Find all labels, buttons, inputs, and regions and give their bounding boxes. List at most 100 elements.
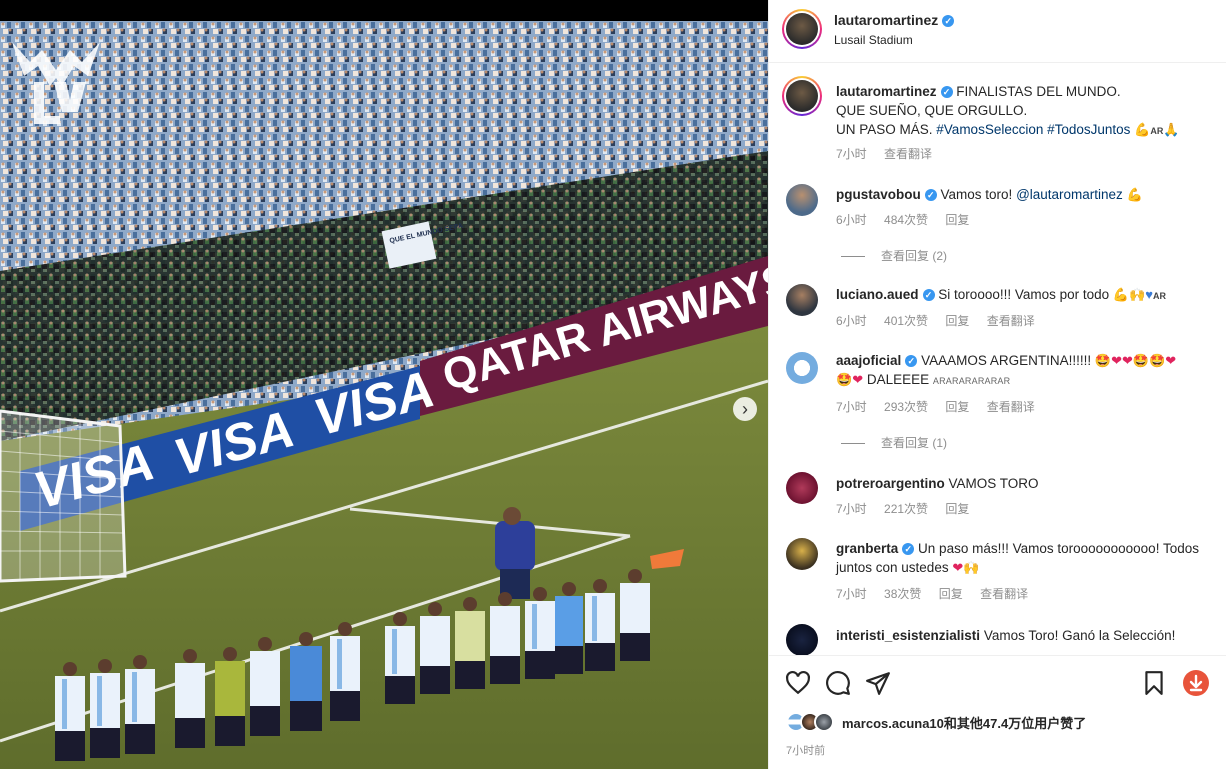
comment-text: aaajoficial ✓ VAAAMOS ARGENTINA!!!!!! 🤩❤❤… (836, 351, 1214, 391)
post-actions: marcos.acuna10和其他47.4万位用户赞了 7小时前 (769, 655, 1226, 769)
commenter-avatar[interactable] (786, 184, 818, 216)
flag-ar-emoji: AR (1153, 291, 1167, 301)
star-eyes-emoji: 🤩 (1094, 353, 1112, 368)
red-heart-emoji: ❤ (1111, 353, 1122, 368)
commenter-username[interactable]: interisti_esistenzialisti (836, 628, 980, 643)
comment-body-2: DALEEEE (866, 372, 930, 387)
reply-button[interactable]: 回复 (945, 502, 969, 516)
view-replies-button[interactable]: 查看回复 (2) (841, 247, 947, 264)
comment-text: pgustavobou ✓ Vamos toro! @lautaromartine… (836, 185, 1214, 204)
comment-bubble-icon[interactable] (825, 670, 851, 696)
star-eyes-emoji: 🤩 (1132, 353, 1150, 368)
caption-meta: 7小时 查看翻译 (836, 145, 946, 162)
reply-button[interactable]: 回复 (945, 213, 969, 227)
comment-likes[interactable]: 293次赞 (884, 400, 928, 414)
comment-likes[interactable]: 484次赞 (884, 213, 928, 227)
folded-hands-emoji: 🙏 (1163, 122, 1180, 137)
verified-icon: ✓ (942, 15, 955, 28)
flexed-biceps-emoji: 💪 (1134, 122, 1151, 137)
comment-time: 7小时 (836, 587, 867, 601)
commenter-avatar[interactable] (786, 538, 818, 570)
commenter-avatar[interactable] (786, 352, 818, 384)
raising-hands-emoji: 🙌 (1129, 287, 1146, 302)
red-heart-emoji: ❤ (852, 372, 864, 387)
comment-body: Vamos Toro! Ganó la Selección! (983, 628, 1176, 643)
likes-count-text[interactable]: 和其他47.4万位用户赞了 (944, 716, 1086, 731)
liker-username[interactable]: marcos.acuna10 (842, 716, 944, 731)
comment-likes[interactable]: 401次赞 (884, 314, 928, 328)
red-heart-emoji: ❤ (1165, 353, 1177, 368)
comment-time: 7小时 (836, 400, 867, 414)
verified-icon: ✓ (924, 189, 937, 202)
commenter-username[interactable]: pgustavobou (836, 187, 921, 202)
comment-time: 7小时 (836, 502, 867, 516)
commenter-username[interactable]: granberta (836, 541, 898, 556)
comment-text: granberta ✓ Un paso más!!! Vamos torooooo… (836, 539, 1214, 577)
star-eyes-emoji: 🤩 (1149, 353, 1166, 368)
comment-likes[interactable]: 221次赞 (884, 502, 928, 516)
author-avatar[interactable] (782, 9, 822, 49)
flexed-biceps-emoji: 💪 (1112, 287, 1130, 302)
comment-meta: 7小时 38次赞 回复 查看翻译 (836, 585, 1042, 602)
goal-net (0, 409, 127, 583)
comment-body: VAAAMOS ARGENTINA!!!!!! (921, 353, 1092, 368)
commenter-avatar[interactable] (786, 624, 818, 655)
flexed-biceps-emoji: 💪 (1126, 187, 1143, 202)
like-heart-icon[interactable] (785, 670, 811, 696)
comment-time: 6小时 (836, 314, 867, 328)
reply-button[interactable]: 回复 (939, 587, 963, 601)
red-heart-emoji: ❤ (1121, 353, 1133, 368)
view-replies-button[interactable]: 查看回复 (1) (841, 434, 947, 451)
post-location[interactable]: Lusail Stadium (834, 33, 913, 47)
likes-summary: marcos.acuna10和其他47.4万位用户赞了 (786, 712, 1086, 732)
save-bookmark-icon[interactable] (1141, 670, 1167, 696)
download-icon[interactable] (1183, 670, 1209, 696)
see-translation-link[interactable]: 查看翻译 (987, 314, 1035, 328)
comment-likes[interactable]: 38次赞 (884, 587, 921, 601)
see-translation-link[interactable]: 查看翻译 (884, 147, 932, 161)
red-heart-emoji: ❤ (952, 560, 964, 575)
author-username[interactable]: lautaromartinez (834, 12, 938, 28)
commenter-username[interactable]: luciano.aued (836, 287, 919, 302)
caption-time: 7小时 (836, 147, 867, 161)
reply-button[interactable]: 回复 (945, 400, 969, 414)
post-time-ago: 7小时前 (786, 745, 826, 757)
caption-username[interactable]: lautaromartinez (836, 84, 937, 99)
view-replies-label: 查看回复 (1) (881, 436, 948, 450)
commenter-username[interactable]: aaajoficial (836, 353, 901, 368)
comment-flag-string: ARARARARARAR (932, 376, 1011, 386)
comments-list[interactable]: lautaromartinez ✓ FINALISTAS DEL MUNDO. Q… (769, 64, 1226, 655)
commenter-username[interactable]: potreroargentino (836, 476, 945, 491)
comment-body: VAMOS TORO (948, 476, 1039, 491)
hashtag-todosjuntos[interactable]: #TodosJuntos (1047, 122, 1130, 137)
comment-body: Vamos toro! (940, 187, 1013, 202)
view-replies-label: 查看回复 (2) (881, 249, 948, 263)
photo-top-bar (0, 0, 768, 21)
caption-author-avatar[interactable] (782, 76, 822, 116)
stadium-scene: QATAR AIRWAYS VISA VISA VISA QUE EL MUND… (0, 21, 768, 769)
verified-icon: ✓ (902, 543, 915, 556)
star-eyes-emoji: 🤩 (836, 372, 853, 387)
caption-line-3: UN PASO MÁS. (836, 122, 933, 137)
comment-body: Si toroooo!!! Vamos por todo (938, 287, 1110, 302)
comment-text: luciano.aued ✓ Si toroooo!!! Vamos por to… (836, 285, 1214, 306)
reply-button[interactable]: 回复 (945, 314, 969, 328)
liker-avatar[interactable] (814, 712, 834, 732)
see-translation-link[interactable]: 查看翻译 (980, 587, 1028, 601)
see-translation-link[interactable]: 查看翻译 (987, 400, 1035, 414)
verified-icon: ✓ (905, 355, 918, 368)
commenter-avatar[interactable] (786, 284, 818, 316)
caption-line-1: FINALISTAS DEL MUNDO. (956, 84, 1121, 99)
commenter-avatar[interactable] (786, 472, 818, 504)
likes-text[interactable]: marcos.acuna10和其他47.4万位用户赞了 (842, 713, 1086, 732)
comment-text: potreroargentino VAMOS TORO (836, 474, 1214, 493)
next-photo-button[interactable]: › (733, 397, 757, 421)
comment-time: 6小时 (836, 213, 867, 227)
comment-meta: 7小时 221次赞 回复 (836, 500, 983, 517)
post-header: lautaromartinez ✓ Lusail Stadium (769, 0, 1226, 63)
post-photo: QATAR AIRWAYS VISA VISA VISA QUE EL MUND… (0, 0, 768, 769)
flag-ar-emoji: AR (1150, 126, 1164, 136)
share-send-icon[interactable] (865, 670, 891, 696)
hashtag-vamosseleccion[interactable]: #VamosSeleccion (936, 122, 1043, 137)
mention-link[interactable]: @lautaromartinez (1016, 187, 1123, 202)
